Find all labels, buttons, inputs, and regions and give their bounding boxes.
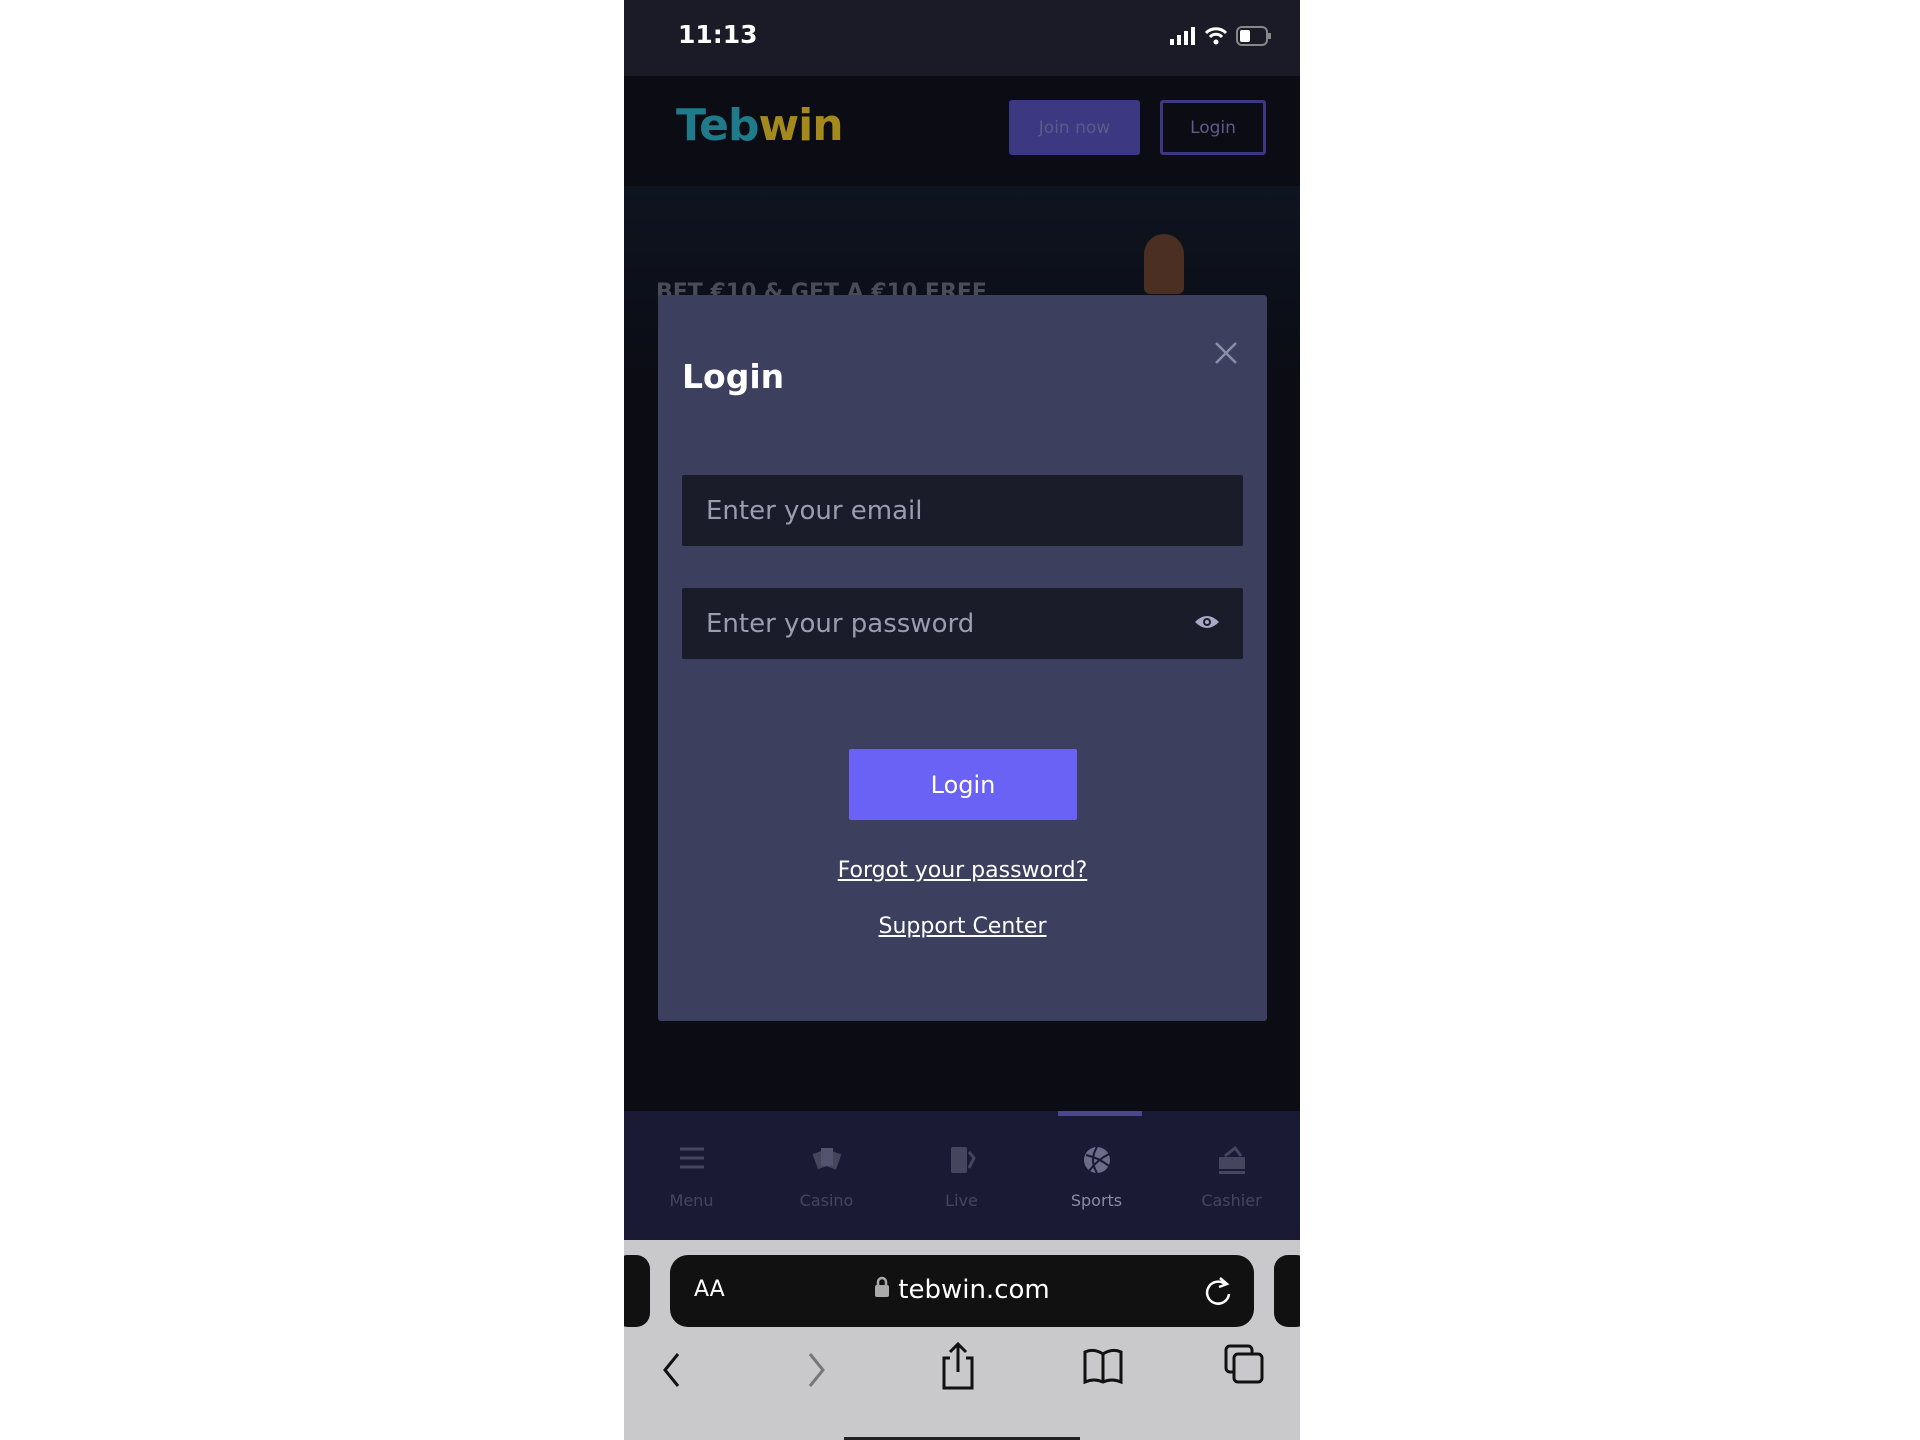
wallet-icon [1218, 1146, 1245, 1174]
status-time: 11:13 [678, 20, 758, 49]
lock-icon [875, 1276, 890, 1297]
battery-icon [1236, 26, 1271, 46]
banner-character-image [1144, 234, 1184, 294]
status-bar: 11:13 [624, 0, 1300, 76]
share-icon[interactable] [940, 1342, 976, 1390]
email-input[interactable] [682, 475, 1243, 546]
forgot-password-link[interactable]: Forgot your password? [658, 858, 1267, 883]
safari-browser-bar: AA tebwin.com [624, 1240, 1300, 1440]
modal-title: Login [682, 357, 785, 396]
tab-cashier[interactable]: Cashier [1164, 1111, 1299, 1240]
password-input[interactable] [682, 588, 1243, 659]
tebwin-logo[interactable]: Tebwin [676, 100, 844, 151]
login-submit-button[interactable]: Login [849, 749, 1077, 820]
address-bar[interactable]: AA tebwin.com [670, 1255, 1254, 1327]
back-icon[interactable] [660, 1350, 684, 1390]
tab-menu[interactable]: Menu [624, 1111, 759, 1240]
bottom-tab-bar: Menu Casino Live Sports Cashier [624, 1111, 1300, 1240]
tab-live[interactable]: Live [894, 1111, 1029, 1240]
tabs-icon[interactable] [1224, 1344, 1264, 1384]
join-now-button[interactable]: Join now [1009, 100, 1140, 155]
wifi-icon [1204, 27, 1228, 45]
url-text: tebwin.com [898, 1275, 1050, 1305]
forward-icon[interactable] [804, 1350, 828, 1390]
cards-icon [812, 1148, 841, 1170]
phone-screen: 11:13 Tebwin Join now Login BET €10 & GE… [624, 0, 1300, 1440]
header-login-button[interactable]: Login [1160, 100, 1266, 155]
show-password-eye-icon[interactable] [1194, 613, 1220, 631]
previous-tab-preview[interactable] [624, 1255, 650, 1327]
login-modal: Login Login Forgot your password? Suppor… [658, 295, 1267, 1021]
tab-sports[interactable]: Sports [1029, 1111, 1164, 1240]
support-center-link[interactable]: Support Center [658, 914, 1267, 939]
next-tab-preview[interactable] [1274, 1255, 1300, 1327]
signal-icon [1170, 27, 1195, 45]
tab-casino[interactable]: Casino [759, 1111, 894, 1240]
bookmarks-icon[interactable] [1082, 1348, 1124, 1384]
live-cards-icon [950, 1147, 976, 1173]
reload-icon[interactable] [1204, 1275, 1234, 1307]
menu-icon [679, 1147, 704, 1169]
ball-icon [1083, 1146, 1110, 1174]
site-header: Tebwin Join now Login [624, 76, 1300, 186]
close-icon[interactable] [1208, 335, 1244, 371]
